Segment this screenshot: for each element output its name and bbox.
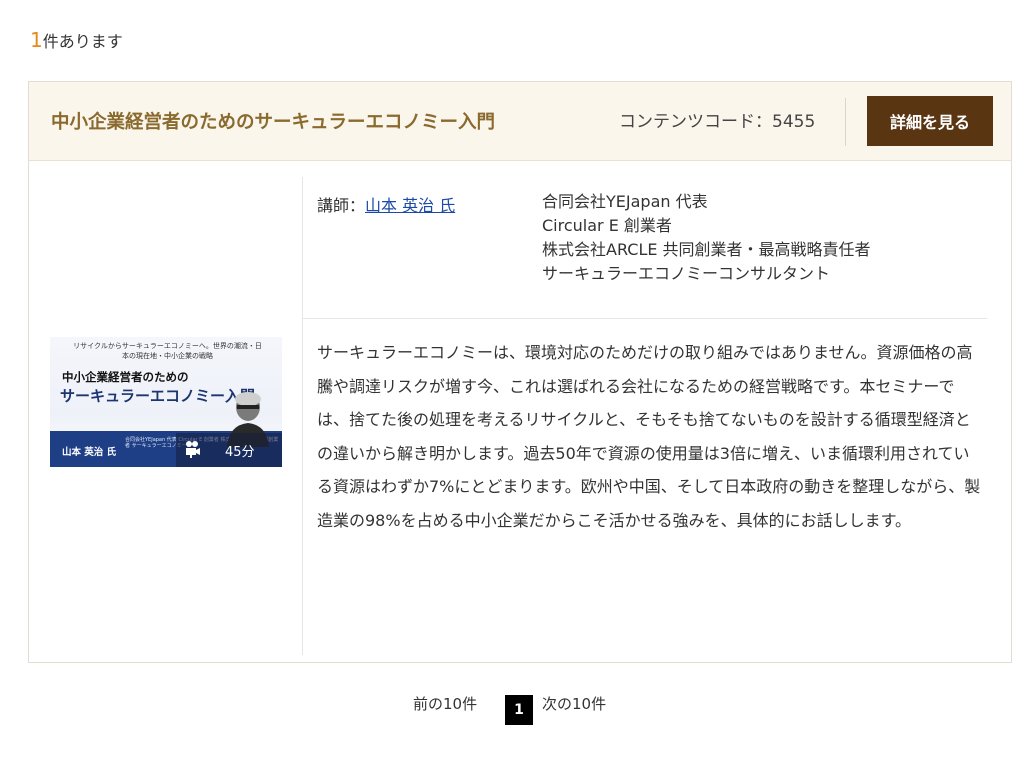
- thumbnail-lecturer-name: 山本 英治 氏: [62, 447, 117, 458]
- lecturer-info-line: 合同会社YEJapan 代表: [542, 192, 708, 211]
- lecturer-info-line: Circular E 創業者: [542, 216, 672, 235]
- vertical-divider: [302, 177, 303, 655]
- header-divider: [845, 98, 846, 146]
- seminar-description: サーキュラーエコノミーは、環境対応のためだけの取り組みではありません。資源価格の…: [317, 343, 981, 530]
- thumbnail-title-line1: 中小企業経営者のための: [62, 370, 189, 384]
- lecturer-label: 講師：: [317, 196, 366, 215]
- next-page-link[interactable]: 次の10件: [542, 693, 606, 714]
- seminar-card: 中小企業経営者のためのサーキュラーエコノミー入門 コンテンツコード：5455 詳…: [28, 81, 1012, 663]
- lecturer: 講師：山本 英治 氏: [317, 192, 455, 216]
- seminar-thumbnail[interactable]: リサイクルからサーキュラーエコノミーへ。世界の潮流・日本の現在地・中小企業の戦略…: [50, 337, 282, 467]
- view-details-button[interactable]: 詳細を見る: [867, 96, 993, 146]
- content-code-label: コンテンツコード：: [619, 112, 772, 132]
- video-camera-icon: [186, 441, 200, 458]
- seminar-title: 中小企業経営者のためのサーキュラーエコノミー入門: [51, 112, 496, 133]
- lecturer-name-link[interactable]: 山本 英治 氏: [365, 196, 455, 215]
- current-page-button[interactable]: 1: [505, 695, 533, 725]
- seminar-card-header: 中小企業経営者のためのサーキュラーエコノミー入門 コンテンツコード：5455 詳…: [29, 82, 1011, 161]
- horizontal-divider: [303, 318, 987, 319]
- result-count-number: 1: [30, 28, 43, 52]
- content-code: コンテンツコード：5455: [619, 107, 815, 132]
- lecturer-info-line: サーキュラーエコノミーコンサルタント: [542, 264, 831, 283]
- result-count: 1件あります: [30, 28, 123, 52]
- result-count-suffix: 件あります: [42, 32, 123, 51]
- content-code-value: 5455: [772, 112, 816, 132]
- thumbnail-duration: 45分: [225, 445, 255, 460]
- pagination: 前の10件 1 次の10件: [0, 692, 1024, 726]
- lecturer-profile: 合同会社YEJapan 代表 Circular E 創業者 株式会社ARCLE …: [542, 190, 871, 286]
- thumbnail-subtitle: リサイクルからサーキュラーエコノミーへ。世界の潮流・日本の現在地・中小企業の戦略: [73, 342, 262, 360]
- prev-page-link[interactable]: 前の10件: [413, 693, 477, 714]
- lecturer-info-line: 株式会社ARCLE 共同創業者・最高戦略責任者: [542, 240, 871, 259]
